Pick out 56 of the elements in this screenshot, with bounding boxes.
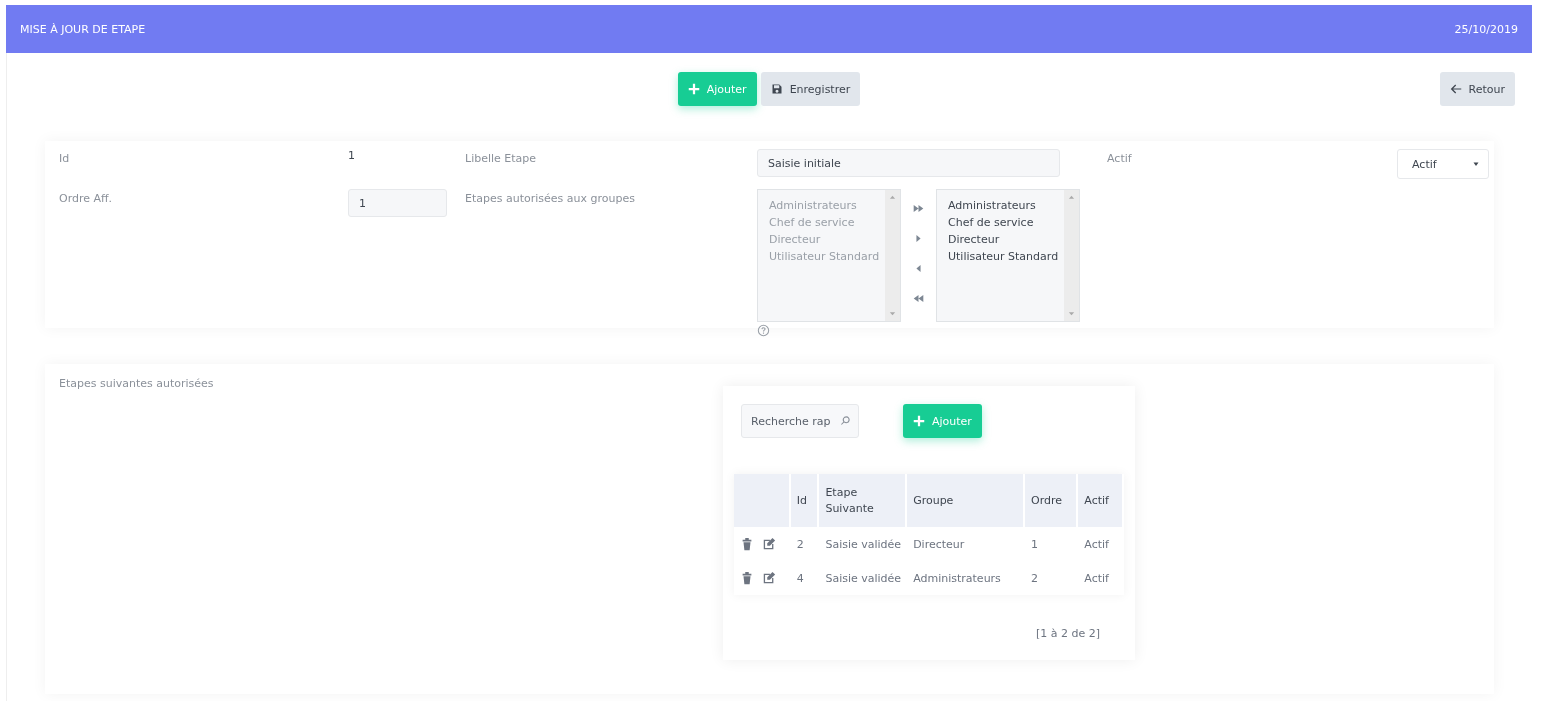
field-label: Etapes autorisées aux groupes [465,191,636,205]
ordre-input[interactable]: 1 [348,189,447,217]
table-cell-text: Saisie validée [824,570,903,587]
search-field[interactable]: Recherche rap [741,404,859,438]
search-icon [840,415,851,426]
table-cell-text: Directeur [912,536,966,553]
date-label: 25/10/2019 [1454,22,1518,36]
table-cell-text: Saisie validée [824,536,903,553]
edit-icon[interactable] [762,537,776,551]
table-cell-text: 2 [1030,570,1040,587]
help-icon [757,324,770,337]
table-cell-text: Administrateurs [912,570,1002,587]
back-button[interactable]: Retour [1439,72,1515,106]
plus-icon [687,83,700,95]
trash-icon[interactable] [740,537,754,551]
scroll-up-icon [889,194,896,201]
column-header[interactable]: Id [790,474,820,527]
save-button[interactable]: Enregistrer [760,72,861,106]
save-icon [770,83,783,95]
list-option[interactable]: Directeur [948,231,1064,248]
column-header[interactable]: Etape Suivante [819,474,908,527]
scroll-up-icon [1068,194,1075,201]
list-option[interactable]: Administrateurs [948,197,1064,214]
move-left-icon[interactable] [913,263,924,274]
field-label: Actif [1107,151,1133,165]
dropdown-caret-icon [1472,160,1480,168]
move-right-icon[interactable] [913,233,924,244]
list-option[interactable]: Utilisateur Standard [948,248,1064,265]
field-label: Libelle Etape [465,151,538,165]
actif-select[interactable]: Actif [1397,149,1489,179]
table-cell-text: Actif [1083,570,1110,587]
move-all-right-icon[interactable] [913,203,924,214]
section-label: Etapes suivantes autorisées [59,376,215,390]
group-listbox[interactable]: Administrateurs Chef de service Directeur Utilisateur Standard [936,189,1080,322]
column-header[interactable]: Ordre [1025,474,1079,527]
pagination-info: [1 à 2 de 2] [1035,627,1100,640]
id-value: 1 [348,149,356,162]
back-arrow-icon [1449,83,1462,95]
libelle-input[interactable]: Saisie initiale [757,149,1060,177]
column-header[interactable]: Groupe [907,474,1026,527]
table-cell-text: 2 [795,536,805,553]
trash-icon[interactable] [740,571,754,585]
scroll-down-icon [889,310,896,317]
edit-icon[interactable] [762,571,776,585]
scrollbar[interactable] [1064,190,1079,321]
column-header[interactable]: Actif [1078,474,1124,527]
page-title: MISE À JOUR DE ETAPE [20,22,146,36]
table-cell-text: 1 [1030,536,1040,553]
scroll-down-icon [1068,310,1075,317]
field-label: Ordre Aff. [59,191,114,205]
move-all-left-icon[interactable] [913,293,924,304]
table-cell-text: Actif [1083,536,1110,553]
plus-icon [913,415,925,427]
field-label: Id [59,151,71,165]
table-cell-text: 4 [795,570,805,587]
list-option[interactable]: Chef de service [948,214,1064,231]
